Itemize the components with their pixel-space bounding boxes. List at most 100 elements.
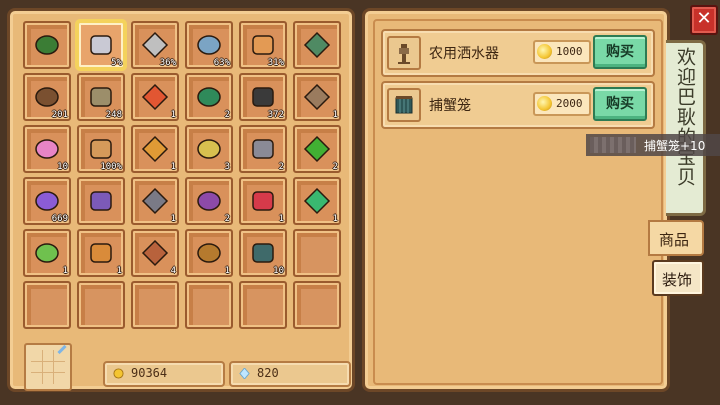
- item-quantity: 1: [224, 266, 230, 276]
- inventory-panel: 5% 36% 63% 31% 201 248 1 2 372 1 10 100% 1 3 2 2 669 1 2 1 1…: [7, 8, 355, 392]
- item-quantity: 372: [267, 110, 284, 120]
- gold-counter: 90364: [103, 361, 225, 387]
- item-quantity: 1: [170, 110, 176, 120]
- pickaxe-icon: [29, 27, 65, 63]
- inventory-slot[interactable]: 1: [239, 177, 287, 225]
- red-potion-icon: [245, 183, 281, 219]
- buy-button[interactable]: 购买: [593, 35, 647, 69]
- inventory-slot[interactable]: 1: [131, 177, 179, 225]
- sprinkler-icon: [387, 36, 421, 70]
- inventory-slot[interactable]: [77, 177, 125, 225]
- shop-list: 农用洒水器 1000 购买 捕蟹笼 2000 购买: [373, 19, 663, 385]
- inventory-slot[interactable]: 2: [185, 73, 233, 121]
- inventory-slot[interactable]: 100%: [77, 125, 125, 173]
- inventory-slot[interactable]: 201: [23, 73, 71, 121]
- inventory-slot[interactable]: [293, 229, 341, 277]
- purple-sword-icon: [83, 183, 119, 219]
- inventory-slot[interactable]: 248: [77, 73, 125, 121]
- gold-coin-icon: [537, 96, 552, 111]
- hoe-icon: [299, 27, 335, 63]
- inventory-slot[interactable]: 10: [23, 125, 71, 173]
- shop-panel: 农用洒水器 1000 购买 捕蟹笼 2000 购买: [362, 8, 670, 392]
- inventory-slot[interactable]: 1: [77, 229, 125, 277]
- close-button[interactable]: ✕: [690, 5, 718, 35]
- inventory-slot[interactable]: [293, 21, 341, 69]
- inventory-slot[interactable]: 372: [239, 73, 287, 121]
- inventory-slot[interactable]: [293, 281, 341, 329]
- inventory-slot[interactable]: 36%: [131, 21, 179, 69]
- item-quantity: 2: [224, 214, 230, 224]
- inventory-slot[interactable]: [239, 281, 287, 329]
- item-quantity: 2: [278, 162, 284, 172]
- purple-bag-icon: [191, 183, 227, 219]
- inventory-slot[interactable]: 1: [293, 177, 341, 225]
- banner-text: 欢迎巴耿的宝贝: [674, 47, 696, 187]
- inventory-slot[interactable]: 2: [239, 125, 287, 173]
- buy-button[interactable]: 购买: [593, 87, 647, 121]
- inventory-slot[interactable]: 1: [131, 125, 179, 173]
- item-quantity: 1: [116, 266, 122, 276]
- seaweed-icon: [191, 79, 227, 115]
- inventory-slot[interactable]: 3: [185, 125, 233, 173]
- inventory-slot[interactable]: 63%: [185, 21, 233, 69]
- log-icon: [137, 235, 173, 271]
- tab-goods-label: 商品: [659, 231, 690, 249]
- gold-coin-icon: [113, 368, 124, 379]
- inventory-slot[interactable]: [23, 21, 71, 69]
- stone-bag-icon: [137, 183, 173, 219]
- grid-icon: [31, 350, 65, 384]
- inventory-slot[interactable]: [185, 281, 233, 329]
- shrimp-icon: [137, 79, 173, 115]
- price-tag: 1000: [533, 40, 591, 64]
- inventory-slot[interactable]: 4: [131, 229, 179, 277]
- item-quantity: 248: [105, 110, 122, 120]
- crab-cage-icon: [387, 88, 421, 122]
- item-quantity: 5%: [111, 58, 122, 68]
- inventory-slot[interactable]: 1: [23, 229, 71, 277]
- item-quantity: 36%: [159, 58, 176, 68]
- gold-coin-icon: [537, 44, 552, 59]
- gold-amount: 90364: [131, 366, 168, 380]
- inventory-slot[interactable]: 669: [23, 177, 71, 225]
- item-gain-tooltip: 捕蟹笼+10: [586, 134, 720, 156]
- item-quantity: 2: [332, 162, 338, 172]
- shop-item-sprinkler: 农用洒水器 1000 购买: [381, 29, 655, 77]
- lantern-icon: [83, 235, 119, 271]
- inventory-slot[interactable]: 31%: [239, 21, 287, 69]
- banana-icon: [191, 131, 227, 167]
- item-quantity: 669: [51, 214, 68, 224]
- inventory-slot[interactable]: [131, 281, 179, 329]
- item-quantity: 63%: [213, 58, 230, 68]
- inventory-slot[interactable]: [23, 281, 71, 329]
- price-value: 2000: [556, 97, 583, 110]
- item-quantity: 4: [170, 266, 176, 276]
- inventory-slot[interactable]: 2: [185, 177, 233, 225]
- item-quantity: 100%: [100, 162, 122, 172]
- item-quantity: 3: [224, 162, 230, 172]
- inventory-slot[interactable]: [77, 281, 125, 329]
- emerald-icon: [299, 131, 335, 167]
- item-quantity: 1: [170, 214, 176, 224]
- item-quantity: 10: [273, 266, 284, 276]
- green-potion-icon: [299, 183, 335, 219]
- welcome-banner-tab[interactable]: 欢迎巴耿的宝贝: [666, 40, 706, 216]
- shop-item-crab-cage: 捕蟹笼 2000 购买: [381, 81, 655, 129]
- item-quantity: 2: [224, 110, 230, 120]
- item-quantity: 1: [332, 214, 338, 224]
- diamond-icon: [239, 368, 250, 379]
- inventory-grid: 5% 36% 63% 31% 201 248 1 2 372 1 10 100% 1 3 2 2 669 1 2 1 1…: [23, 21, 341, 329]
- tooltip-text: 捕蟹笼+10: [644, 139, 706, 153]
- crafting-grid-button[interactable]: [24, 343, 72, 391]
- tab-decoration[interactable]: 装饰: [652, 260, 704, 296]
- tab-decoration-label: 装饰: [662, 271, 693, 289]
- inventory-slot[interactable]: 1: [131, 73, 179, 121]
- inventory-slot[interactable]: 2: [293, 125, 341, 173]
- inventory-slot[interactable]: 5%: [77, 21, 125, 69]
- inventory-slot[interactable]: 1: [293, 73, 341, 121]
- inventory-slot[interactable]: 10: [239, 229, 287, 277]
- gem-counter: 820: [229, 361, 351, 387]
- net-icon: [299, 79, 335, 115]
- tab-goods[interactable]: 商品: [648, 220, 704, 256]
- item-quantity: 1: [62, 266, 68, 276]
- inventory-slot[interactable]: 1: [185, 229, 233, 277]
